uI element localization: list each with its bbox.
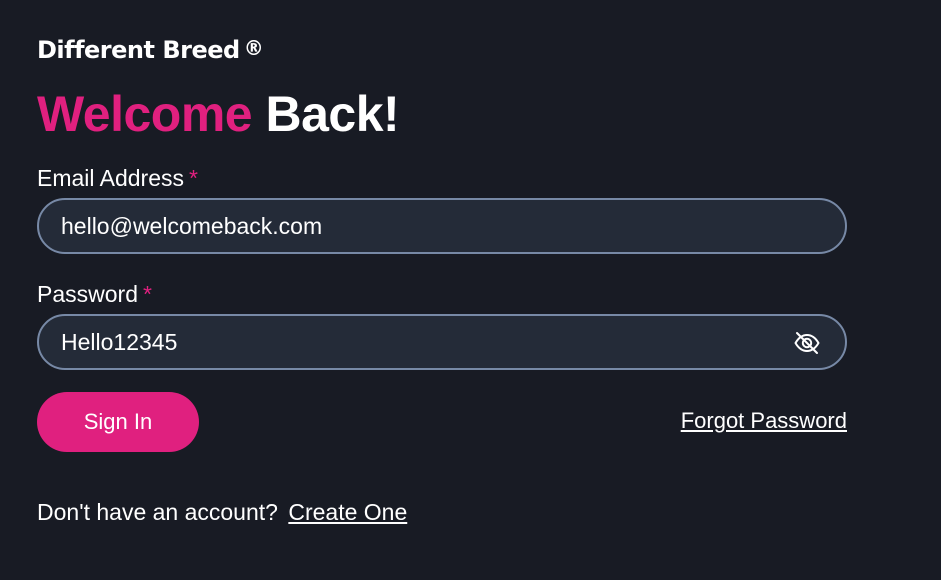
email-field[interactable] <box>39 200 845 252</box>
eye-off-icon[interactable] <box>793 329 821 357</box>
title-accent-word: Welcome <box>37 86 253 142</box>
brand-name: Different Breed <box>37 36 240 64</box>
form-actions: Sign In Forgot Password <box>37 392 847 452</box>
registered-trademark-mark: ® <box>243 36 264 60</box>
create-account-link[interactable]: Create One <box>288 499 407 525</box>
password-label-text: Password <box>37 281 138 307</box>
sign-in-button[interactable]: Sign In <box>37 392 199 452</box>
signup-prompt-row: Don't have an account? Create One <box>37 498 847 526</box>
brand-logo: Different Breed ® <box>37 36 847 64</box>
password-field[interactable] <box>39 316 845 368</box>
forgot-password-link[interactable]: Forgot Password <box>681 408 847 434</box>
email-label: Email Address * <box>37 164 847 192</box>
password-field-wrapper <box>37 314 847 370</box>
email-label-text: Email Address <box>37 165 185 191</box>
email-required-mark: * <box>189 165 198 191</box>
signup-prompt-text: Don't have an account? <box>37 499 278 525</box>
password-label: Password * <box>37 280 847 308</box>
email-field-wrapper <box>37 198 847 254</box>
title-rest: Back! <box>265 86 400 142</box>
page-title: Welcome Back! <box>37 86 847 142</box>
password-required-mark: * <box>142 281 152 307</box>
login-form-container: Different Breed ® Welcome Back! Email Add… <box>37 36 847 526</box>
